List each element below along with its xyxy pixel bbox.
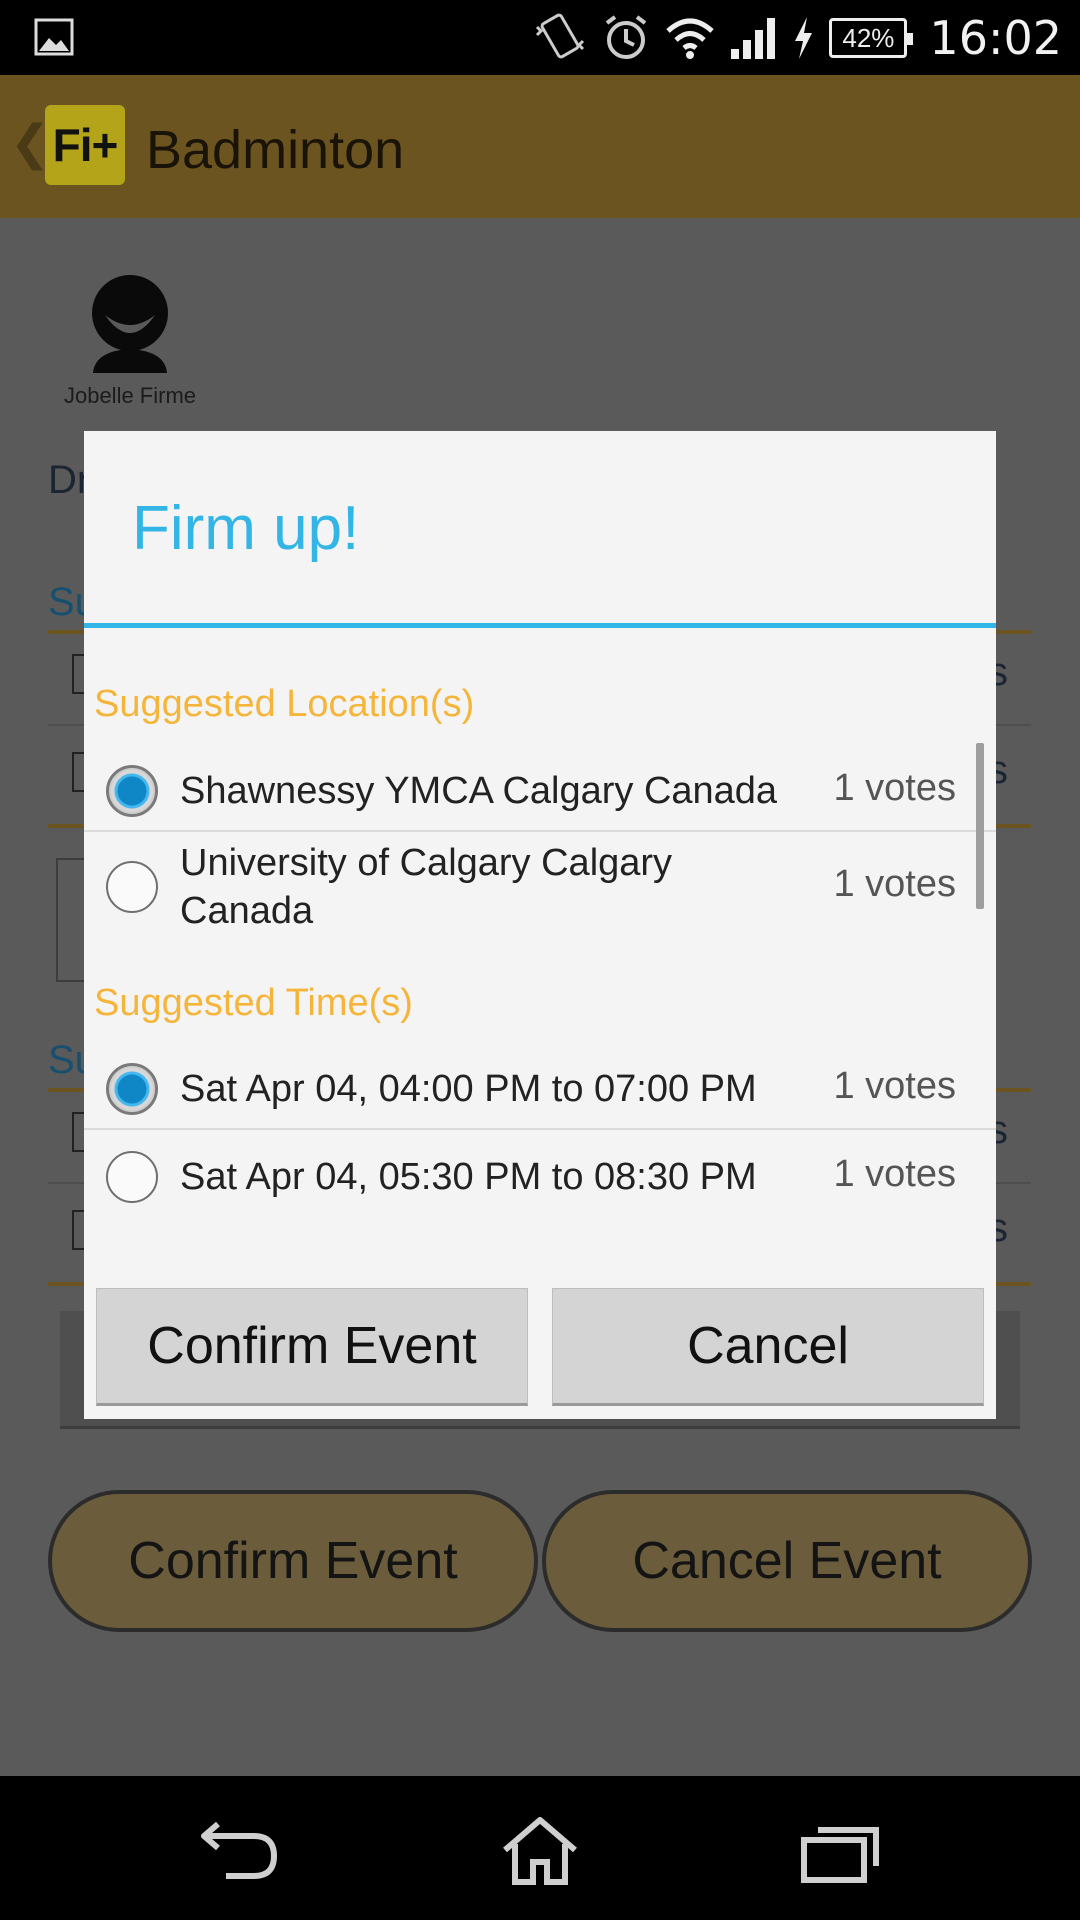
charging-icon xyxy=(795,17,813,59)
status-bar: 42% 16:02 xyxy=(0,0,1080,75)
location-option[interactable]: Shawnessy YMCA Calgary Canada 1 votes xyxy=(84,743,980,839)
wifi-icon xyxy=(666,18,715,59)
radio-unselected-icon[interactable] xyxy=(106,1151,158,1203)
scrollbar[interactable] xyxy=(976,743,984,909)
title-divider xyxy=(84,623,996,628)
confirm-event-dialog-button[interactable]: Confirm Event xyxy=(96,1288,528,1406)
vote-count: 1 votes xyxy=(833,863,956,905)
location-option[interactable]: University of Calgary Calgary Canada 1 v… xyxy=(84,831,980,943)
location-label: Shawnessy YMCA Calgary Canada xyxy=(180,770,778,812)
times-heading: Suggested Time(s) xyxy=(94,982,413,1024)
image-icon xyxy=(34,18,74,56)
time-option[interactable]: Sat Apr 04, 04:00 PM to 07:00 PM 1 votes xyxy=(84,1041,980,1137)
radio-selected-icon[interactable] xyxy=(106,1063,158,1115)
vote-count: 1 votes xyxy=(833,767,956,809)
vibrate-icon xyxy=(536,13,585,59)
avatar-icon xyxy=(92,275,168,373)
radio-selected-icon[interactable] xyxy=(106,765,158,817)
time-label: Sat Apr 04, 05:30 PM to 08:30 PM xyxy=(180,1156,757,1198)
vote-count: 1 votes xyxy=(833,1153,956,1195)
back-icon[interactable] xyxy=(196,1816,286,1886)
clock: 16:02 xyxy=(929,11,1062,65)
signal-icon xyxy=(731,18,776,59)
attendee-name: Jobelle Firme xyxy=(63,383,197,408)
page-title: Badminton xyxy=(146,120,405,180)
app-logo[interactable]: Fi+ xyxy=(45,105,125,185)
recents-icon[interactable] xyxy=(796,1816,886,1886)
firm-up-dialog: Firm up! Suggested Location(s) Shawnessy… xyxy=(84,431,996,1419)
radio-unselected-icon[interactable] xyxy=(106,861,158,913)
location-label: University of Calgary Calgary Canada xyxy=(180,842,673,932)
home-icon[interactable] xyxy=(495,1816,585,1886)
navigation-bar xyxy=(0,1776,1080,1920)
cancel-event-button[interactable]: Cancel Event xyxy=(542,1490,1032,1632)
battery-indicator: 42% xyxy=(829,18,914,58)
time-option[interactable]: Sat Apr 04, 05:30 PM to 08:30 PM 1 votes xyxy=(84,1129,980,1225)
app-bar: ❮ Fi+ Badminton xyxy=(0,75,1080,218)
confirm-event-button[interactable]: Confirm Event xyxy=(48,1490,538,1632)
time-label: Sat Apr 04, 04:00 PM to 07:00 PM xyxy=(180,1068,757,1110)
dialog-title: Firm up! xyxy=(132,494,360,563)
cancel-dialog-button[interactable]: Cancel xyxy=(552,1288,984,1406)
alarm-icon xyxy=(606,15,647,59)
vote-count: 1 votes xyxy=(833,1065,956,1107)
locations-heading: Suggested Location(s) xyxy=(94,683,475,725)
